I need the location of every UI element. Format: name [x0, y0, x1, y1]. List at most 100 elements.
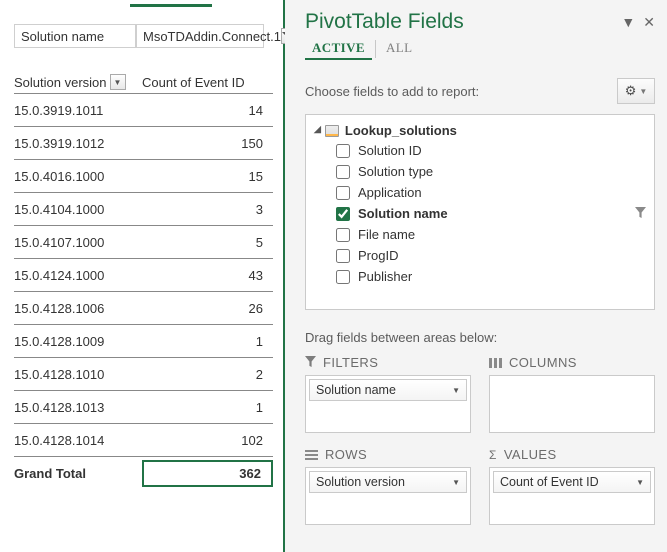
filters-item: Solution name [316, 383, 396, 397]
pivottable-fields-pane: PivotTable Fields ▼ ✕ ACTIVE ALL Choose … [285, 0, 667, 552]
rows-item: Solution version [316, 475, 405, 489]
version-cell: 15.0.4104.1000 [14, 202, 142, 217]
field-label: Solution type [358, 164, 433, 179]
table-row[interactable]: 15.0.4016.100015 [14, 160, 273, 193]
filters-pill[interactable]: Solution name ▼ [309, 379, 467, 401]
field-label: ProgID [358, 248, 398, 263]
rows-icon [305, 450, 318, 460]
version-cell: 15.0.4016.1000 [14, 169, 142, 184]
pivot-body: 15.0.3919.10111415.0.3919.101215015.0.40… [14, 94, 273, 490]
table-node[interactable]: ◢ Lookup_solutions [314, 123, 650, 138]
columns-title: COLUMNS [509, 355, 577, 370]
table-row[interactable]: 15.0.4128.10131 [14, 391, 273, 424]
count-cell: 43 [142, 268, 273, 283]
chevron-down-icon: ▼ [636, 478, 644, 487]
area-grid: FILTERS Solution name ▼ COLUMNS ROWS Sol… [305, 355, 655, 525]
rows-pill[interactable]: Solution version ▼ [309, 471, 467, 493]
field-item[interactable]: Solution name [312, 203, 650, 224]
version-cell: 15.0.3919.1011 [14, 103, 142, 118]
version-cell: 15.0.4128.1010 [14, 367, 142, 382]
pivot-col1-header: Solution version [14, 75, 107, 90]
chevron-down-icon: ▼ [452, 386, 460, 395]
count-cell: 3 [142, 202, 273, 217]
field-item[interactable]: Solution type [312, 161, 650, 182]
field-item[interactable]: Application [312, 182, 650, 203]
table-row[interactable]: 15.0.4124.100043 [14, 259, 273, 292]
pivot-col2-header: Count of Event ID [142, 75, 245, 90]
version-cell: 15.0.4128.1013 [14, 400, 142, 415]
columns-well[interactable] [489, 375, 655, 433]
field-item[interactable]: Solution ID [312, 140, 650, 161]
version-cell: 15.0.3919.1012 [14, 136, 142, 151]
area-values: Σ VALUES Count of Event ID ▼ [489, 447, 655, 525]
field-item[interactable]: File name [312, 224, 650, 245]
values-title: VALUES [504, 447, 557, 462]
area-columns: COLUMNS [489, 355, 655, 433]
table-row[interactable]: 15.0.3919.101114 [14, 94, 273, 127]
count-cell: 2 [142, 367, 273, 382]
field-label: Publisher [358, 269, 412, 284]
pivot-table: Solution version ▼ Count of Event ID 15.… [14, 74, 273, 490]
version-cell: 15.0.4124.1000 [14, 268, 142, 283]
values-pill[interactable]: Count of Event ID ▼ [493, 471, 651, 493]
table-row[interactable]: 15.0.4128.1014102 [14, 424, 273, 457]
rows-title: ROWS [325, 447, 367, 462]
pivot-filter-label: Solution name [14, 24, 136, 48]
table-row[interactable]: 15.0.4104.10003 [14, 193, 273, 226]
field-checkbox[interactable] [336, 144, 350, 158]
area-rows: ROWS Solution version ▼ [305, 447, 471, 525]
values-well[interactable]: Count of Event ID ▼ [489, 467, 655, 525]
count-cell: 15 [142, 169, 273, 184]
field-checkbox[interactable] [336, 186, 350, 200]
pivot-filter-value-cell[interactable]: MsoTDAddin.Connect.1 [136, 24, 264, 48]
dropdown-icon[interactable]: ▼ [110, 74, 126, 90]
count-cell: 14 [142, 103, 273, 118]
grand-total-value: 362 [142, 460, 273, 487]
field-checkbox[interactable] [336, 228, 350, 242]
field-item[interactable]: Publisher [312, 266, 650, 287]
table-row[interactable]: 15.0.4107.10005 [14, 226, 273, 259]
count-cell: 26 [142, 301, 273, 316]
filters-title: FILTERS [323, 355, 378, 370]
version-cell: 15.0.4128.1009 [14, 334, 142, 349]
table-row[interactable]: 15.0.3919.1012150 [14, 127, 273, 160]
values-item: Count of Event ID [500, 475, 599, 489]
count-cell: 150 [142, 136, 273, 151]
pivot-header: Solution version ▼ Count of Event ID [14, 74, 273, 94]
count-cell: 102 [142, 433, 273, 448]
funnel-icon[interactable] [635, 207, 646, 221]
field-checkbox[interactable] [336, 270, 350, 284]
filters-well[interactable]: Solution name ▼ [305, 375, 471, 433]
version-cell: 15.0.4128.1014 [14, 433, 142, 448]
field-list-scroll[interactable]: ◢ Lookup_solutions Solution ID Solution t… [306, 115, 654, 309]
grand-total-row[interactable]: Grand Total362 [14, 457, 273, 490]
tab-active[interactable]: ACTIVE [305, 38, 372, 60]
version-cell: 15.0.4107.1000 [14, 235, 142, 250]
count-cell: 1 [142, 400, 273, 415]
tab-all[interactable]: ALL [379, 38, 419, 60]
table-row[interactable]: 15.0.4128.100626 [14, 292, 273, 325]
field-checkbox[interactable] [336, 249, 350, 263]
funnel-icon [305, 356, 316, 370]
field-list-options-button[interactable]: ⚙ ▼ [617, 78, 655, 104]
rows-well[interactable]: Solution version ▼ [305, 467, 471, 525]
field-checkbox[interactable] [336, 165, 350, 179]
field-item[interactable]: ProgID [312, 245, 650, 266]
pivot-filter-row: Solution name MsoTDAddin.Connect.1 [14, 24, 273, 48]
pivot-table-panel: Solution name MsoTDAddin.Connect.1 Solut… [0, 0, 285, 552]
grand-total-label: Grand Total [14, 466, 142, 481]
table-row[interactable]: 15.0.4128.10102 [14, 358, 273, 391]
chevron-down-icon: ▼ [639, 87, 647, 96]
field-tabbar: ACTIVE ALL [305, 38, 655, 60]
gear-icon: ⚙ [625, 83, 637, 99]
area-filters: FILTERS Solution name ▼ [305, 355, 471, 433]
table-row[interactable]: 15.0.4128.10091 [14, 325, 273, 358]
close-icon[interactable]: ✕ [643, 14, 655, 31]
chevron-down-icon: ▼ [452, 478, 460, 487]
dropdown-arrow-icon[interactable]: ▼ [621, 14, 635, 31]
pivot-filter-value: MsoTDAddin.Connect.1 [143, 29, 281, 44]
sigma-icon: Σ [489, 448, 497, 462]
pane-title: PivotTable Fields [305, 10, 464, 34]
field-checkbox[interactable] [336, 207, 350, 221]
expand-triangle-icon: ◢ [314, 124, 321, 135]
